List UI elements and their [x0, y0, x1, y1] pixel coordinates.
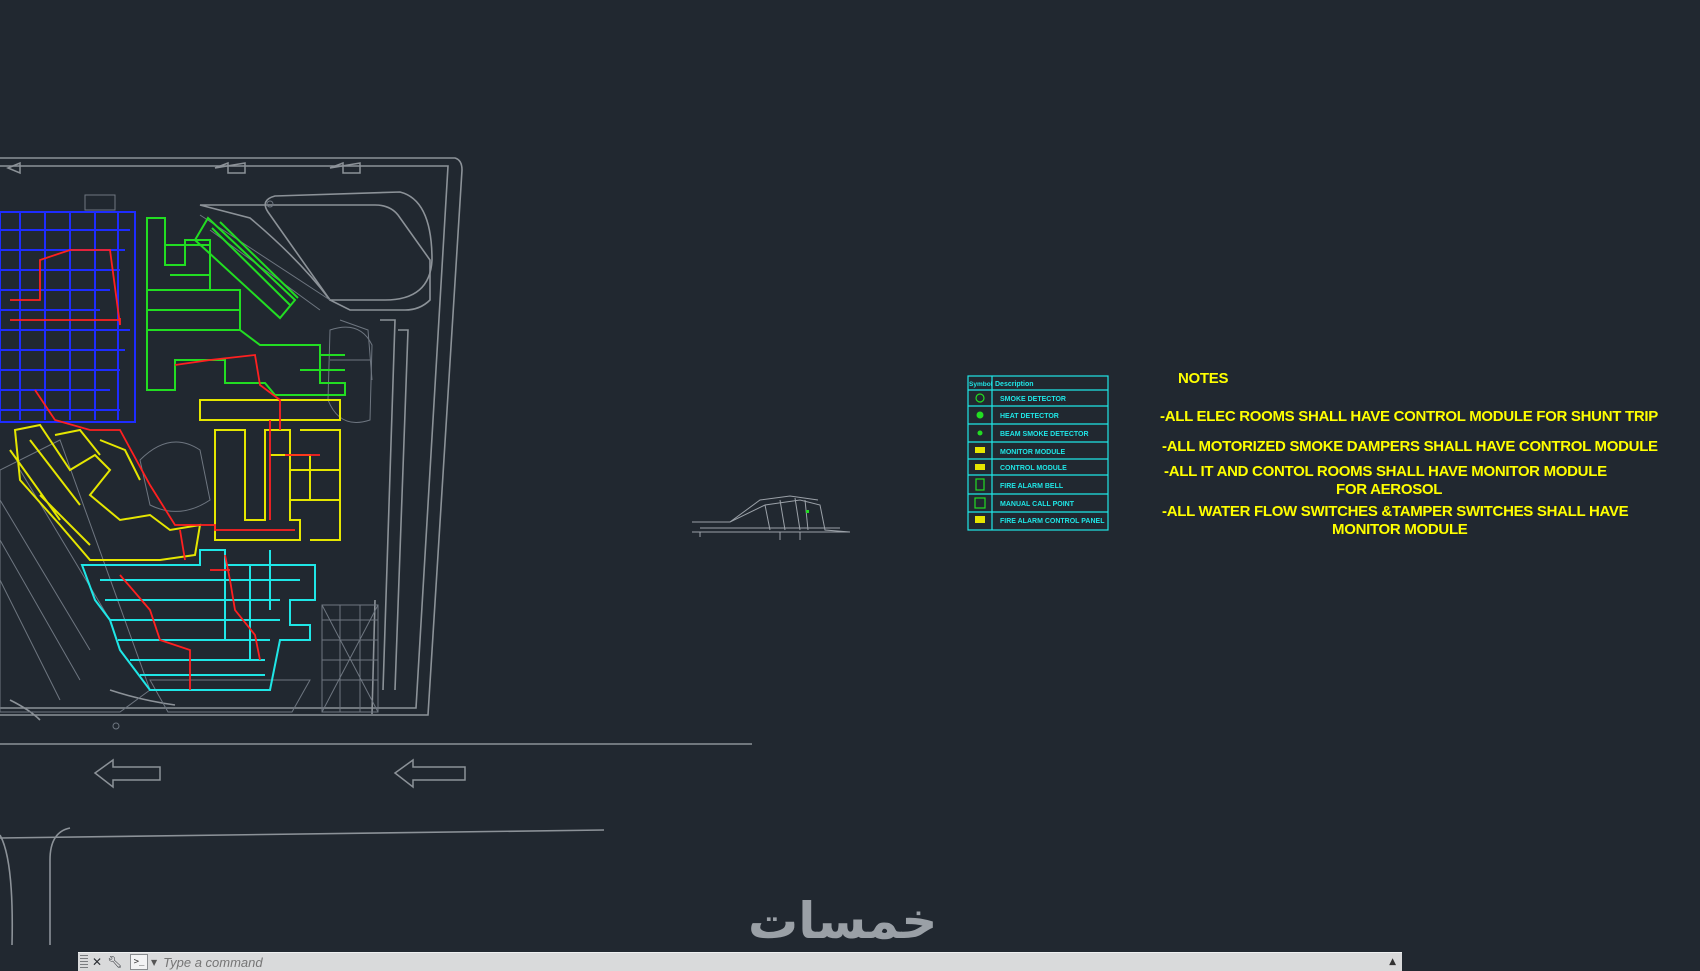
wrench-icon[interactable]: 🔧︎	[106, 954, 124, 970]
smoke-detector-icon	[975, 393, 985, 403]
legend-text: Symbol Description	[969, 381, 1034, 388]
heat-detector-icon	[976, 411, 984, 419]
legend-row-label: CONTROL MODULE	[1000, 465, 1067, 472]
notes-title: NOTES	[1178, 370, 1229, 387]
monitor-module-icon	[975, 447, 985, 453]
control-module-icon	[975, 464, 985, 470]
note-line: MONITOR MODULE	[1332, 521, 1468, 538]
zone-cyan	[80, 549, 316, 691]
legend-row-label: FIRE ALARM BELL	[1000, 483, 1064, 490]
chevron-up-icon[interactable]: ▲	[1389, 957, 1396, 967]
drag-grip-icon[interactable]	[80, 955, 88, 969]
prompt-icon[interactable]: >_	[130, 954, 148, 970]
elevation-thumbnail	[692, 495, 851, 540]
fire-alarm-wiring	[10, 249, 320, 690]
traffic-arrows	[6, 161, 466, 789]
legend-row-label: HEAT DETECTOR	[1000, 413, 1059, 420]
legend-rows: SMOKE DETECTOR HEAT DETECTOR BEAM SMOKE DE…	[1000, 396, 1105, 525]
beam-detector-icon	[977, 430, 983, 436]
chevron-down-icon[interactable]: ▼	[151, 958, 157, 967]
call-point-icon	[974, 497, 986, 509]
panel-icon	[975, 516, 985, 523]
legend-header-description: Description	[995, 381, 1034, 388]
legend-row-label: MONITOR MODULE	[1000, 449, 1066, 456]
bell-icon	[975, 478, 985, 491]
elevation-accent	[806, 510, 809, 513]
command-line-bar[interactable]: ✕ 🔧︎ >_ ▼ ▲	[78, 952, 1402, 971]
legend-row-label: MANUAL CALL POINT	[1000, 501, 1075, 508]
command-input[interactable]	[163, 954, 1264, 970]
legend-row-label: FIRE ALARM CONTROL PANEL	[1000, 518, 1105, 525]
note-line: -ALL MOTORIZED SMOKE DAMPERS SHALL HAVE …	[1162, 438, 1658, 455]
zone-blue	[0, 211, 136, 423]
note-line: -ALL ELEC ROOMS SHALL HAVE CONTROL MODUL…	[1160, 408, 1658, 425]
note-line: -ALL IT AND CONTOL ROOMS SHALL HAVE MONI…	[1164, 463, 1607, 480]
drawing-canvas[interactable]: Symbol Description SMOKE DETECTOR HEAT DE…	[0, 0, 1700, 970]
note-line: FOR AEROSOL	[1336, 481, 1443, 498]
close-icon[interactable]: ✕	[88, 954, 106, 970]
legend-header-symbol: Symbol	[969, 381, 993, 388]
note-line: -ALL WATER FLOW SWITCHES &TAMPER SWITCHE…	[1162, 503, 1629, 520]
watermark-logo: خمسات	[748, 892, 938, 950]
legend-row-label: SMOKE DETECTOR	[1000, 396, 1066, 403]
legend-row-label: BEAM SMOKE DETECTOR	[1000, 431, 1089, 438]
